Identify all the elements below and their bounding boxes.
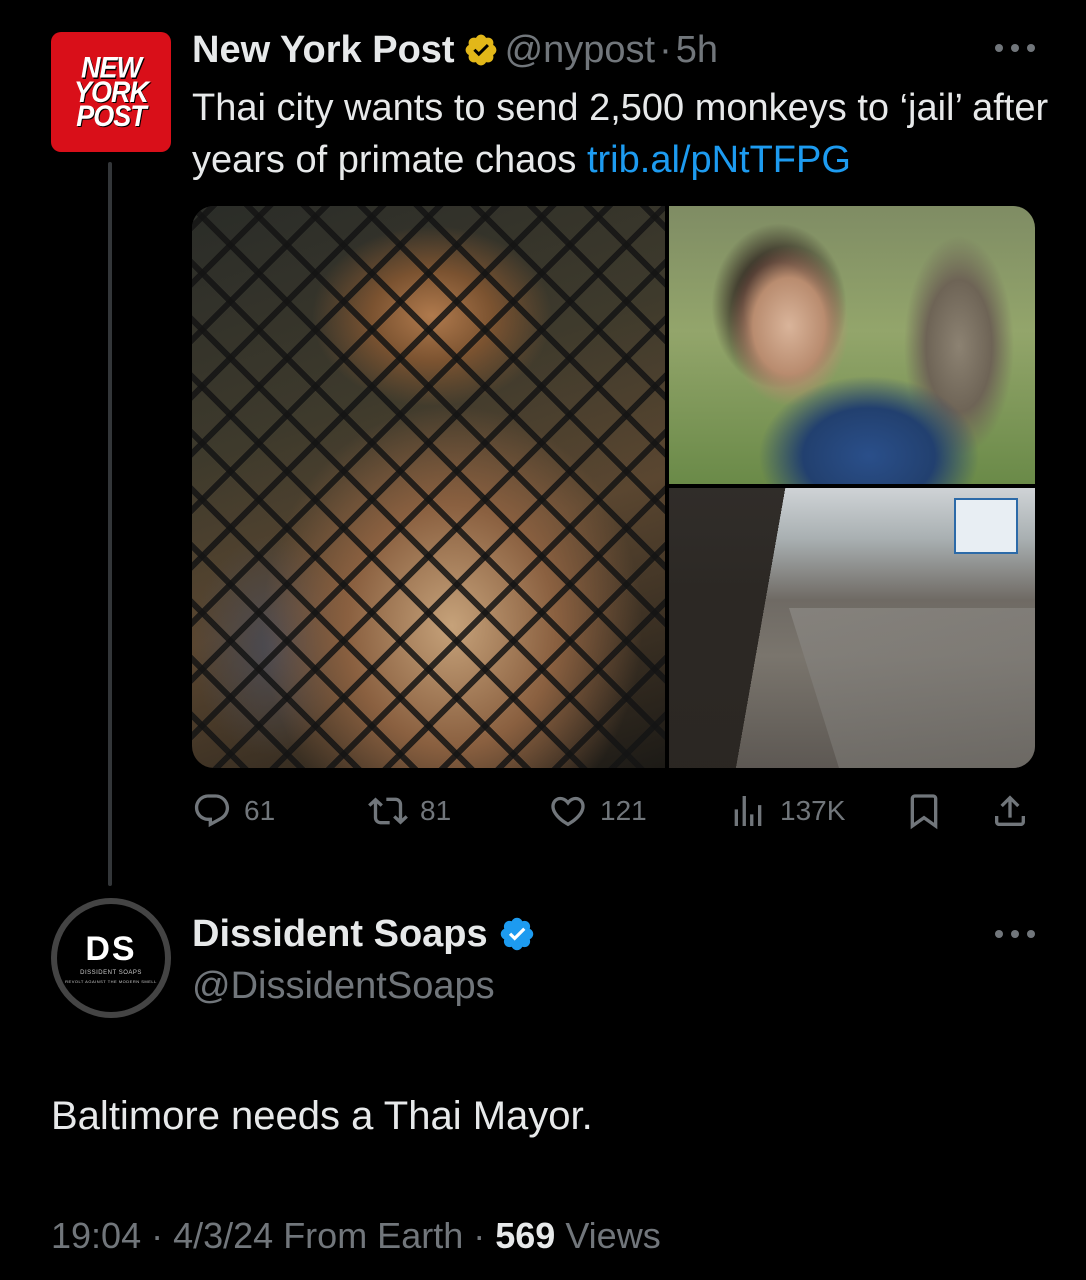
views-count: 569 (495, 1215, 556, 1256)
bookmark-button[interactable] (904, 786, 944, 836)
chain-link-fence (192, 206, 665, 768)
tweet-text: Baltimore needs a Thai Mayor. (51, 1094, 593, 1138)
nypost-logo: NEW YORK POST (73, 51, 149, 133)
tweet-source: From Earth (273, 1215, 464, 1256)
repost-count: 81 (420, 795, 452, 826)
more-options-icon[interactable] (995, 42, 1035, 54)
author-name[interactable]: New York Post (192, 26, 455, 74)
repost-button[interactable]: 81 (368, 786, 451, 836)
woman-and-monkey-image[interactable] (669, 206, 1035, 484)
share-icon (995, 795, 1025, 826)
author-handle[interactable]: @nypost (505, 26, 656, 74)
tweet-link[interactable]: trib.al/pNtTFPG (587, 139, 851, 181)
street-monkeys-image[interactable] (669, 488, 1035, 768)
share-button[interactable] (990, 786, 1030, 836)
tweet-header: New York Post @nypost · 5h (192, 26, 718, 74)
verified-gold-badge-icon (465, 34, 496, 66)
tweet-date[interactable]: 4/3/24 (173, 1215, 273, 1256)
street-road (789, 608, 1035, 768)
more-options-icon[interactable] (995, 928, 1035, 940)
media-grid (192, 206, 1035, 768)
author-name[interactable]: Dissident Soaps (192, 910, 488, 958)
analytics-icon (734, 796, 762, 826)
avatar[interactable]: NEW YORK POST (51, 32, 171, 152)
action-bar: 61 81 121 137K (192, 786, 1035, 836)
tweet-age[interactable]: 5h (676, 26, 718, 74)
heart-icon (551, 796, 585, 827)
views-button[interactable]: 137K (728, 786, 845, 836)
billboard (954, 498, 1018, 554)
tweet-text: Thai city wants to send 2,500 monkeys to… (192, 82, 1052, 186)
author-name-row: Dissident Soaps (192, 910, 536, 958)
verified-blue-badge-icon (500, 917, 533, 951)
views-label: Views (555, 1215, 661, 1256)
avatar[interactable]: DS DISSIDENT SOAPS REVOLT AGAINST THE MO… (51, 898, 171, 1018)
reply-button[interactable]: 61 (192, 786, 275, 836)
tweet-thread: NEW YORK POST New York Post @nypost · 5h… (0, 0, 1086, 1280)
like-count: 121 (600, 795, 647, 826)
repost-icon (368, 797, 408, 825)
separator-dot: · (463, 1215, 496, 1256)
thread-connector-line (108, 162, 112, 886)
like-button[interactable]: 121 (548, 786, 647, 836)
author-handle[interactable]: @DissidentSoaps (192, 962, 495, 1010)
views-count: 137K (780, 795, 846, 826)
dissident-soaps-logo: DS DISSIDENT SOAPS REVOLT AGAINST THE MO… (57, 904, 165, 1012)
bookmark-icon (910, 794, 938, 830)
separator-dot: · (659, 29, 672, 71)
reply-icon (194, 794, 230, 828)
monkey-behind-fence-image[interactable] (192, 206, 665, 768)
tweet-time[interactable]: 19:04 (51, 1215, 141, 1256)
tweet-metadata: 19:04 · 4/3/24 From Earth · 569 Views (51, 1212, 661, 1260)
separator-dot: · (141, 1215, 174, 1256)
reply-count: 61 (244, 795, 276, 826)
